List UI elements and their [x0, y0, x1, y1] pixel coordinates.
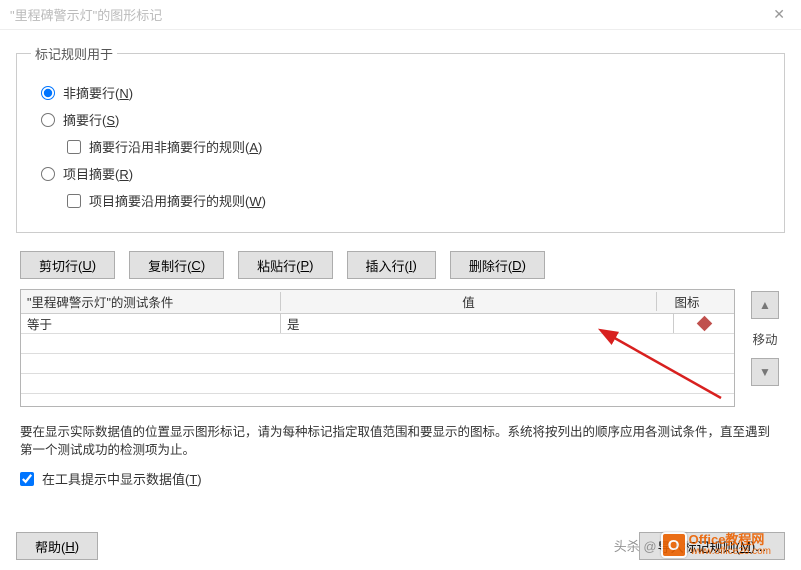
label-non-summary: 非摘要行(N)	[63, 83, 133, 102]
close-icon[interactable]: ✕	[767, 4, 791, 25]
label-show-tooltip: 在工具提示中显示数据值(T)	[42, 469, 202, 488]
delete-row-button[interactable]: 删除行(D)	[450, 251, 545, 279]
move-label: 移动	[752, 329, 777, 348]
table-row[interactable]	[21, 374, 734, 394]
col-icon[interactable]: 图标	[657, 292, 717, 311]
table-row[interactable]	[21, 354, 734, 374]
window-title: "里程碑警示灯"的图形标记	[10, 5, 162, 24]
cell-condition[interactable]: 等于	[21, 314, 281, 333]
col-condition[interactable]: "里程碑警示灯"的测试条件	[21, 292, 281, 311]
fieldset-legend: 标记规则用于	[31, 44, 117, 63]
radio-project-summary[interactable]	[41, 167, 55, 181]
check-project-inherit[interactable]	[67, 194, 81, 208]
import-rules-button[interactable]: 导入标记规则(M)...	[639, 532, 785, 560]
copy-row-button[interactable]: 复制行(C)	[129, 251, 224, 279]
diamond-icon	[696, 316, 712, 332]
cut-row-button[interactable]: 剪切行(U)	[20, 251, 115, 279]
radio-non-summary[interactable]	[41, 86, 55, 100]
rules-apply-fieldset: 标记规则用于 非摘要行(N) 摘要行(S) 摘要行沿用非摘要行的规则(A) 项目…	[16, 44, 785, 233]
hint-text: 要在显示实际数据值的位置显示图形标记，请为每种标记指定取值范围和要显示的图标。系…	[20, 423, 781, 459]
col-value[interactable]: 值	[281, 292, 657, 311]
label-summary: 摘要行(S)	[63, 110, 119, 129]
label-summary-inherit: 摘要行沿用非摘要行的规则(A)	[89, 137, 262, 156]
cell-value[interactable]: 是	[281, 314, 674, 333]
titlebar: "里程碑警示灯"的图形标记 ✕	[0, 0, 801, 30]
table-row[interactable]: 等于 是	[21, 314, 734, 334]
check-summary-inherit[interactable]	[67, 140, 81, 154]
help-button[interactable]: 帮助(H)	[16, 532, 98, 560]
table-row[interactable]	[21, 334, 734, 354]
radio-summary[interactable]	[41, 113, 55, 127]
paste-row-button[interactable]: 粘贴行(P)	[238, 251, 332, 279]
insert-row-button[interactable]: 插入行(I)	[347, 251, 436, 279]
check-show-tooltip[interactable]	[20, 472, 34, 486]
label-project-summary: 项目摘要(R)	[63, 164, 133, 183]
label-project-inherit: 项目摘要沿用摘要行的规则(W)	[89, 191, 266, 210]
rules-grid[interactable]: "里程碑警示灯"的测试条件 值 图标 等于 是	[20, 289, 735, 407]
cell-icon[interactable]	[674, 318, 734, 329]
move-down-button[interactable]: ▼	[751, 358, 779, 386]
move-up-button[interactable]: ▲	[751, 291, 779, 319]
